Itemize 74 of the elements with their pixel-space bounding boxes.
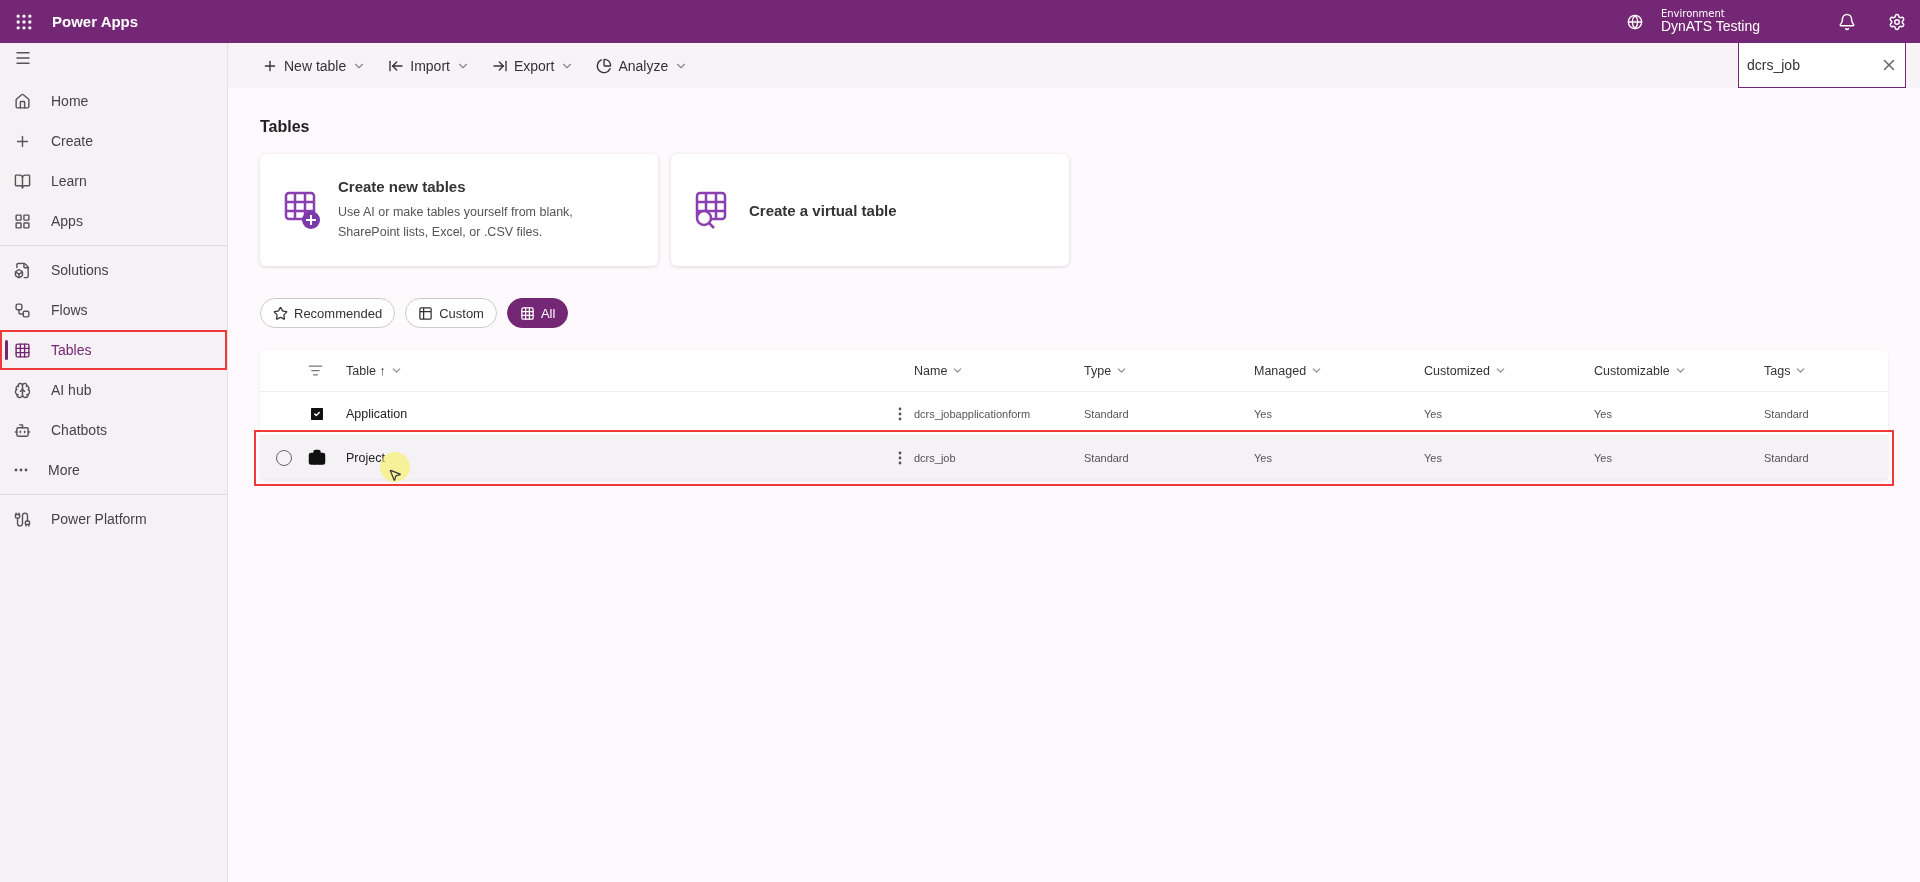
star-icon bbox=[273, 305, 288, 321]
table-add-icon bbox=[282, 190, 322, 230]
selection-indicator bbox=[5, 340, 8, 360]
sidebar-item[interactable]: Apps bbox=[0, 201, 227, 241]
app-title: Power Apps bbox=[52, 13, 139, 30]
briefcase-icon bbox=[308, 448, 326, 467]
toolbar-button[interactable]: Analyze bbox=[592, 53, 693, 78]
column-header[interactable]: Customized bbox=[1424, 363, 1507, 378]
apps-icon bbox=[14, 212, 31, 230]
table-cell-text: Standard bbox=[1084, 407, 1130, 420]
globe-icon bbox=[1626, 13, 1643, 30]
settings-icon[interactable] bbox=[1888, 12, 1906, 31]
home-icon bbox=[14, 92, 31, 110]
column-header[interactable]: Managed bbox=[1254, 363, 1324, 378]
table-icon bbox=[418, 305, 434, 321]
column-header[interactable]: Customizable bbox=[1594, 363, 1687, 378]
table-cell-text: Standard bbox=[1764, 451, 1810, 464]
table-cell[interactable]: Project bbox=[346, 450, 726, 465]
page-title: Tables bbox=[260, 118, 311, 136]
robot-icon bbox=[14, 421, 31, 439]
more-icon bbox=[14, 468, 28, 472]
sidebar-item[interactable]: Learn bbox=[0, 161, 227, 201]
table-cell-text: Yes bbox=[1254, 451, 1273, 464]
plug-icon bbox=[14, 510, 31, 528]
book-icon bbox=[14, 172, 31, 190]
grid-icon bbox=[14, 341, 31, 359]
toolbar-button[interactable]: Import bbox=[384, 53, 474, 78]
table-cell-text: Yes bbox=[1424, 451, 1443, 464]
pie-chart-icon bbox=[596, 57, 613, 74]
column-header[interactable]: Type bbox=[1084, 363, 1129, 378]
document-icon bbox=[14, 261, 31, 279]
column-options-icon[interactable] bbox=[308, 363, 323, 378]
brain-icon bbox=[14, 381, 31, 399]
sidebar-item[interactable]: More bbox=[0, 450, 227, 490]
filter-pill[interactable]: All bbox=[506, 298, 569, 328]
card-title: Create a virtual table bbox=[749, 201, 897, 219]
table-cell-text: Standard bbox=[1764, 407, 1810, 420]
card-title: Create new tables bbox=[338, 178, 467, 196]
sidebar-item[interactable]: Flows bbox=[0, 290, 227, 330]
search-field[interactable]: dcrs_job bbox=[1738, 43, 1906, 88]
more-options-icon[interactable] bbox=[898, 450, 902, 465]
sidebar-item[interactable]: Power Platform bbox=[0, 499, 227, 539]
table-cell-text: Yes bbox=[1424, 407, 1443, 420]
table-cell-text: dcrs_jobapplicationform bbox=[914, 407, 1032, 420]
menu-icon[interactable] bbox=[14, 49, 32, 67]
column-header[interactable]: Name bbox=[914, 363, 965, 378]
table-cell-text: Yes bbox=[1594, 407, 1613, 420]
table-cell-text: Yes bbox=[1254, 407, 1273, 420]
sidebar-item[interactable]: Tables bbox=[0, 330, 227, 370]
environment-name[interactable]: DynATS Testing bbox=[1660, 19, 1760, 35]
toolbar-button[interactable]: Export bbox=[487, 53, 579, 78]
grid-icon bbox=[519, 305, 535, 321]
filter-pill[interactable]: Custom bbox=[405, 298, 497, 328]
card-description: Use AI or make tables yourself from blank, SharePoint lists, Excel, or .CSV files. bbox=[338, 204, 574, 241]
toolbar-button[interactable]: New table bbox=[258, 53, 371, 78]
action-card[interactable]: Create new tables Use AI or make tables yourself from blank, SharePoint lists, Excel, or .CSV files. bbox=[260, 154, 658, 266]
column-header[interactable]: Table ↑ bbox=[346, 363, 403, 378]
sidebar-item[interactable]: Home bbox=[0, 81, 227, 121]
sidebar-item[interactable]: Solutions bbox=[0, 250, 227, 290]
sidebar-item[interactable]: Create bbox=[0, 121, 227, 161]
column-header[interactable]: Tags bbox=[1764, 363, 1808, 378]
sidebar-item[interactable]: Chatbots bbox=[0, 410, 227, 450]
pointer-icon bbox=[388, 468, 402, 482]
flow-icon bbox=[14, 301, 31, 319]
table-cell-text: Standard bbox=[1084, 451, 1130, 464]
action-card[interactable]: Create a virtual table bbox=[671, 154, 1069, 266]
filter-pill[interactable]: Recommended bbox=[260, 298, 396, 328]
sidebar-item[interactable]: AI hub bbox=[0, 370, 227, 410]
table-cell[interactable]: Application bbox=[346, 406, 726, 421]
environment-label: Environment bbox=[1660, 8, 1726, 20]
notifications-icon[interactable] bbox=[1838, 12, 1856, 31]
more-options-icon[interactable] bbox=[898, 406, 902, 421]
table-cell-text: dcrs_job bbox=[914, 451, 957, 464]
table-cell-text: Yes bbox=[1594, 451, 1613, 464]
